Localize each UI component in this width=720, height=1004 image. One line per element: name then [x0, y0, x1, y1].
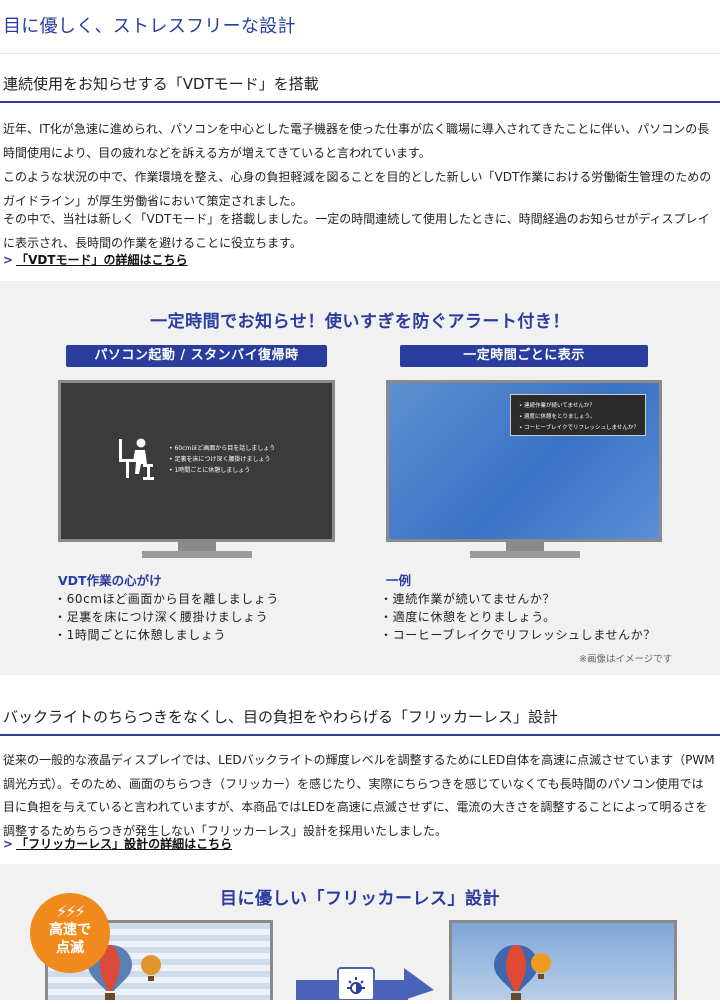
- right-caption-item: コーヒーブレイクでリフレッシュしませんか？: [380, 626, 656, 644]
- vdt-paragraph-2: このような状況の中で、作業環境を整え、心身の負担軽減を図ることを目的とした新しい…: [3, 170, 712, 208]
- monitor-left-base: [142, 551, 252, 558]
- flickerless-monitor-screen: [449, 920, 677, 1000]
- left-screen-item: 足裏を床につけ深く腰掛けましょう: [169, 454, 275, 465]
- small-balloon-image: [530, 953, 552, 981]
- right-screen-list: 連続作業が続いてませんか？ 適度に休憩をとりましょう。 コーヒーブレイクでリフレ…: [519, 401, 645, 434]
- flicker-paragraph: 従来の一般的な液晶ディスプレイでは、LEDバックライトの輝度レベルを調整するため…: [3, 753, 715, 838]
- small-balloon-image: [140, 955, 162, 983]
- monitor-left-neck: [178, 542, 216, 551]
- image-note: ※画像はイメージです: [579, 654, 673, 665]
- left-screen-item: 60cmほど画面から目を話しましょう: [169, 443, 275, 454]
- monitor-left-screen: 60cmほど画面から目を話しましょう 足裏を床につけ深く腰掛けましょう 1時間ご…: [58, 380, 335, 542]
- badge-line-1: 高速で: [49, 922, 91, 938]
- chevron-right-icon: >: [3, 837, 14, 851]
- left-screen-item: 1時間ごとに休憩しましょう: [169, 465, 275, 476]
- left-caption-item: 足裏を床につけ深く腰掛けましょう: [54, 608, 279, 626]
- flicker-detail-link-label: 「フリッカーレス」設計の詳細はこちら: [16, 837, 233, 851]
- right-caption-item: 適度に休憩をとりましょう。: [380, 608, 656, 626]
- vdt-panel-title: 一定時間でお知らせ！使いすぎを防ぐアラート付き！: [150, 312, 570, 332]
- left-caption-item: 1時間ごとに休憩しましょう: [54, 626, 279, 644]
- right-caption-item: 連続作業が続いてませんか？: [380, 590, 656, 608]
- left-caption-list: 60cmほど画面から目を離しましょう 足裏を床につけ深く腰掛けましょう 1時間ご…: [54, 590, 279, 644]
- vdt-detail-link[interactable]: > 「VDTモード」の詳細はこちら: [3, 251, 188, 269]
- right-caption-title: 一例: [386, 573, 412, 588]
- monitor-right-neck: [506, 542, 544, 551]
- monitor-right-base: [470, 551, 580, 558]
- badge-line-2: 点滅: [56, 940, 84, 956]
- page-title: 目に優しく、ストレスフリーな設計: [0, 0, 720, 54]
- flicker-badge: ⚡⚡⚡ 高速で 点滅: [30, 893, 110, 973]
- desk-worker-icon: [117, 437, 155, 481]
- section-heading-vdt: 連続使用をお知らせする「VDTモード」を搭載: [0, 67, 720, 103]
- pill-interval: 一定時間ごとに表示: [400, 345, 648, 367]
- right-screen-item: 連続作業が続いてませんか？: [519, 401, 645, 412]
- chevron-right-icon: >: [3, 253, 14, 267]
- vdt-paragraph-1: 近年、IT化が急速に進められ、パソコンを中心とした電子機器を使った仕事が広く職場…: [3, 122, 710, 160]
- alert-popup: 連続作業が続いてませんか？ 適度に休憩をとりましょう。 コーヒーブレイクでリフレ…: [510, 394, 646, 436]
- lightning-icon: ⚡⚡⚡: [56, 902, 86, 921]
- right-caption-list: 連続作業が続いてませんか？ 適度に休憩をとりましょう。 コーヒーブレイクでリフレ…: [380, 590, 656, 644]
- brightness-icon: [344, 974, 368, 998]
- vdt-detail-link-label: 「VDTモード」の詳細はこちら: [16, 253, 188, 267]
- left-caption-title: VDT作業の心がけ: [58, 573, 162, 588]
- conversion-arrow: [296, 966, 434, 1001]
- pill-startup: パソコン起動 / スタンバイ復帰時: [66, 345, 327, 367]
- right-screen-item: コーヒーブレイクでリフレッシュしませんか？: [519, 423, 645, 434]
- section-heading-flicker: バックライトのちらつきをなくし、目の負担をやわらげる「フリッカーレス」設計: [0, 700, 720, 736]
- vdt-paragraph-3: その中で、当社は新しく「VDTモード」を搭載しました。一定の時間連続して使用した…: [3, 212, 710, 250]
- right-screen-item: 適度に休憩をとりましょう。: [519, 412, 645, 423]
- left-screen-list: 60cmほど画面から目を話しましょう 足裏を床につけ深く腰掛けましょう 1時間ご…: [169, 443, 275, 476]
- left-caption-item: 60cmほど画面から目を離しましょう: [54, 590, 279, 608]
- flicker-detail-link[interactable]: > 「フリッカーレス」設計の詳細はこちら: [3, 835, 232, 853]
